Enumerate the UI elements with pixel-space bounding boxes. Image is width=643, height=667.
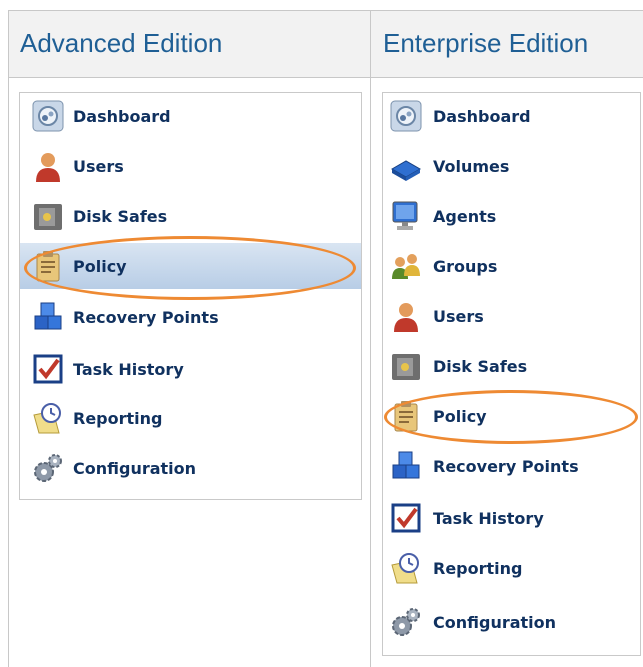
- nav-item-dashboard[interactable]: Dashboard: [383, 93, 640, 139]
- nav-label-agents: Agents: [433, 206, 497, 226]
- nav-item-policy[interactable]: Policy: [20, 243, 361, 289]
- task-checkbox-icon: [30, 351, 66, 387]
- nav-item-configuration[interactable]: Configuration: [20, 445, 361, 491]
- nav-label-volumes: Volumes: [433, 156, 510, 176]
- computer-monitor-icon: [388, 198, 424, 234]
- policy-clipboard-icon: [388, 398, 424, 434]
- recovery-cubes-icon: [388, 448, 424, 484]
- table-left-border: [8, 10, 9, 667]
- nav-item-users[interactable]: Users: [383, 293, 640, 339]
- nav-label-recovery-points: Recovery Points: [433, 456, 579, 476]
- nav-item-disk-safes[interactable]: Disk Safes: [383, 343, 640, 389]
- nav-label-recovery-points: Recovery Points: [73, 307, 219, 327]
- nav-item-disk-safes[interactable]: Disk Safes: [20, 193, 361, 239]
- gears-icon: [388, 604, 424, 640]
- nav-item-users[interactable]: Users: [20, 143, 361, 189]
- enterprise-nav-panel: Dashboard Volumes Agents Groups Users Di…: [382, 92, 641, 656]
- table-column-divider: [370, 10, 371, 667]
- nav-label-task-history: Task History: [73, 359, 184, 379]
- nav-item-task-history[interactable]: Task History: [20, 346, 361, 392]
- nav-label-reporting: Reporting: [73, 408, 163, 428]
- nav-item-recovery-points[interactable]: Recovery Points: [20, 294, 361, 340]
- policy-clipboard-icon: [30, 248, 66, 284]
- nav-label-dashboard: Dashboard: [73, 106, 171, 126]
- nav-item-policy[interactable]: Policy: [383, 393, 640, 439]
- nav-item-recovery-points[interactable]: Recovery Points: [383, 443, 640, 489]
- dashboard-icon: [30, 98, 66, 134]
- safe-icon: [388, 348, 424, 384]
- nav-label-users: Users: [73, 156, 124, 176]
- reporting-clock-icon: [388, 550, 424, 586]
- reporting-clock-icon: [30, 400, 66, 436]
- gears-icon: [30, 450, 66, 486]
- nav-label-policy: Policy: [433, 406, 487, 426]
- nav-label-groups: Groups: [433, 256, 498, 276]
- volume-book-icon: [388, 148, 424, 184]
- nav-item-task-history[interactable]: Task History: [383, 495, 640, 541]
- nav-label-configuration: Configuration: [73, 458, 197, 478]
- nav-item-groups[interactable]: Groups: [383, 243, 640, 289]
- column-header-advanced: Advanced Edition: [20, 28, 223, 58]
- nav-item-dashboard[interactable]: Dashboard: [20, 93, 361, 139]
- nav-label-dashboard: Dashboard: [433, 106, 531, 126]
- advanced-nav-panel: Dashboard Users Disk Safes Policy Recove…: [19, 92, 362, 500]
- nav-label-task-history: Task History: [433, 508, 544, 528]
- nav-label-disk-safes: Disk Safes: [73, 206, 168, 226]
- recovery-cubes-icon: [30, 299, 66, 335]
- nav-item-agents[interactable]: Agents: [383, 193, 640, 239]
- nav-item-configuration[interactable]: Configuration: [383, 599, 640, 645]
- nav-label-configuration: Configuration: [433, 612, 557, 632]
- nav-label-users: Users: [433, 306, 484, 326]
- nav-label-policy: Policy: [73, 256, 127, 276]
- group-users-icon: [388, 248, 424, 284]
- nav-item-reporting[interactable]: Reporting: [383, 545, 640, 591]
- column-header-enterprise: Enterprise Edition: [383, 28, 589, 58]
- nav-item-volumes[interactable]: Volumes: [383, 143, 640, 189]
- safe-icon: [30, 198, 66, 234]
- dashboard-icon: [388, 98, 424, 134]
- nav-label-reporting: Reporting: [433, 558, 523, 578]
- task-checkbox-icon: [388, 500, 424, 536]
- nav-item-reporting[interactable]: Reporting: [20, 395, 361, 441]
- user-icon: [388, 298, 424, 334]
- nav-label-disk-safes: Disk Safes: [433, 356, 528, 376]
- user-icon: [30, 148, 66, 184]
- table-header-divider: [8, 77, 643, 78]
